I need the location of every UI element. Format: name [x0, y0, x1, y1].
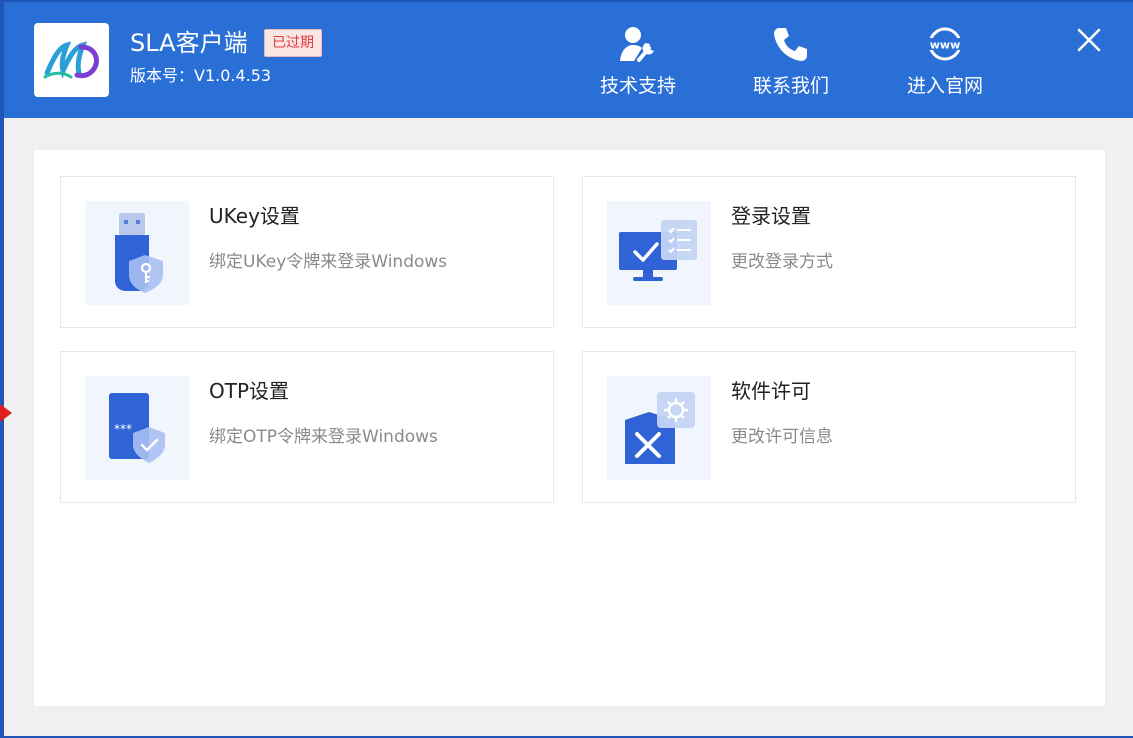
license-icon-box	[607, 376, 711, 480]
close-button[interactable]	[1074, 25, 1104, 55]
expired-badge: 已过期	[264, 29, 322, 57]
tech-support-button[interactable]: 技术支持	[583, 20, 693, 104]
version-label: 版本号：V1.0.4.53	[130, 66, 272, 85]
desktop-edge-marker	[0, 404, 12, 422]
ukey-settings-title: UKey设置	[209, 204, 300, 228]
phone-icon	[774, 28, 807, 61]
svg-text:***: ***	[114, 422, 132, 436]
svg-text:www: www	[930, 39, 961, 52]
app-window: SLA客户端 已过期 版本号：V1.0.4.53 技术支持 联系我们 www 进…	[4, 2, 1133, 736]
login-icon-box	[607, 201, 711, 305]
license-toolbox-gear-icon	[625, 392, 695, 464]
monitor-checklist-icon	[619, 220, 697, 281]
usb-key-shield-icon	[115, 213, 163, 293]
software-license-card[interactable]: 软件许可 更改许可信息	[582, 351, 1076, 503]
app-title: SLA客户端	[130, 29, 248, 57]
login-settings-title: 登录设置	[731, 204, 811, 228]
official-site-label: 进入官网	[906, 75, 983, 97]
ukey-icon-box	[85, 201, 189, 305]
ukey-settings-desc: 绑定UKey令牌来登录Windows	[209, 252, 448, 272]
software-license-title: 软件许可	[731, 379, 811, 403]
otp-settings-card[interactable]: *** OTP设置 绑定OTP令牌来登录Windows	[60, 351, 554, 503]
contact-us-label: 联系我们	[752, 75, 829, 97]
settings-panel: UKey设置 绑定UKey令牌来登录Windows 登录设置 更改登录方式 **…	[34, 150, 1105, 706]
otp-settings-desc: 绑定OTP令牌来登录Windows	[209, 427, 438, 447]
login-settings-card[interactable]: 登录设置 更改登录方式	[582, 176, 1076, 328]
www-globe-icon: www	[927, 27, 963, 61]
contact-us-button[interactable]: 联系我们	[736, 20, 846, 104]
otp-settings-title: OTP设置	[209, 379, 290, 403]
app-logo	[34, 23, 109, 97]
tech-support-icon	[620, 27, 654, 62]
otp-token-shield-icon: ***	[109, 393, 165, 463]
close-icon	[1077, 28, 1101, 52]
login-settings-desc: 更改登录方式	[731, 252, 833, 272]
title-bar: SLA客户端 已过期 版本号：V1.0.4.53 技术支持 联系我们 www 进…	[4, 2, 1133, 118]
software-license-desc: 更改许可信息	[731, 427, 833, 447]
otp-icon-box: ***	[85, 376, 189, 480]
md-logo-icon	[43, 41, 99, 79]
ukey-settings-card[interactable]: UKey设置 绑定UKey令牌来登录Windows	[60, 176, 554, 328]
tech-support-label: 技术支持	[599, 75, 676, 97]
official-site-button[interactable]: www 进入官网	[890, 20, 1000, 104]
